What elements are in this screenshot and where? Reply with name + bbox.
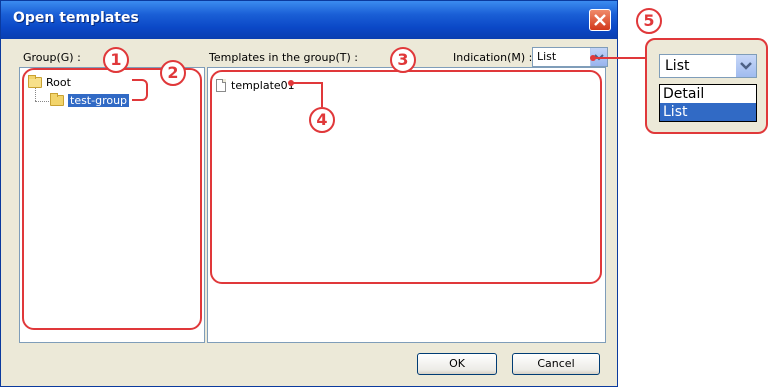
callout-select-value: List [665,58,690,74]
option-list[interactable]: List [660,103,756,121]
callout-select[interactable]: List [659,54,757,78]
callout-option-list: Detail List [659,84,757,122]
option-detail[interactable]: Detail [660,85,756,103]
indication-dropdown-callout: List Detail List [645,38,768,134]
chevron-down-icon[interactable] [736,55,756,77]
